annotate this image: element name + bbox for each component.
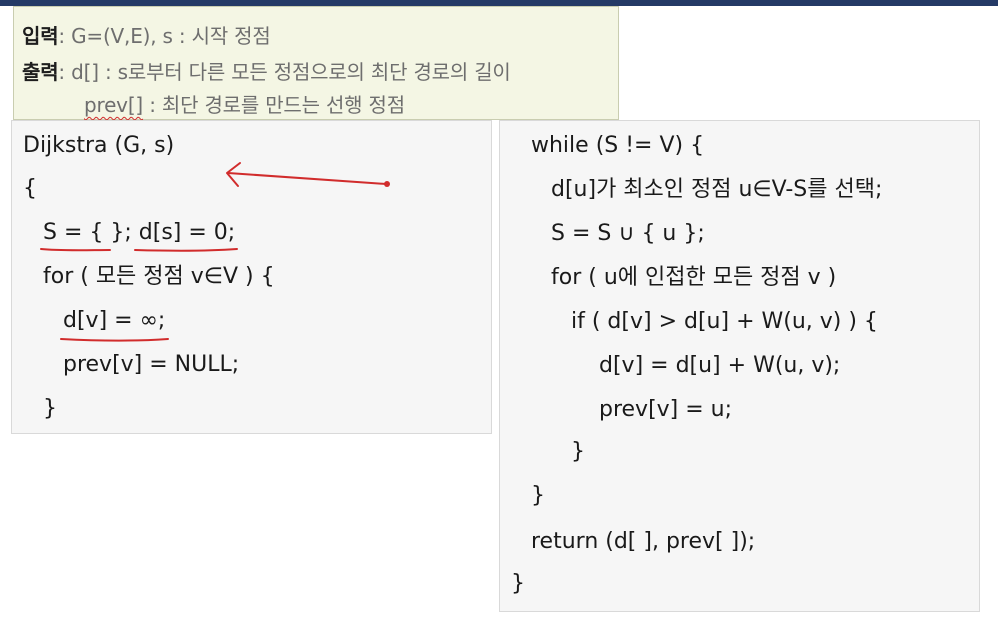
- code-line: for ( u에 인접한 모든 정점 v ): [551, 265, 837, 290]
- output-text: : d[] : s로부터 다른 모든 정점으로의 최단 경로의 길이: [58, 60, 511, 84]
- code-line: {: [23, 176, 37, 201]
- code-line: d[v] = ∞;: [63, 308, 166, 333]
- code-line: S = { }; d[s] = 0;: [43, 220, 236, 245]
- code-line: }: [511, 571, 525, 596]
- code-line: }: [531, 483, 545, 508]
- dijkstra-loop-code-box: while (S != V) { d[u]가 최소인 정점 u∈V-S를 선택;…: [499, 120, 980, 612]
- dijkstra-init-code-box: Dijkstra (G, s) { S = { }; d[s] = 0; for…: [11, 120, 492, 434]
- input-line: 입력: G=(V,E), s : 시작 정점: [22, 20, 271, 49]
- code-line: }: [571, 439, 585, 464]
- input-label: 입력: [22, 24, 59, 48]
- code-line: while (S != V) {: [531, 133, 705, 158]
- code-line: if ( d[v] > d[u] + W(u, v) ) {: [571, 309, 878, 334]
- prev-token: prev[]: [84, 93, 144, 117]
- code-line: Dijkstra (G, s): [23, 133, 175, 158]
- code-line: prev[v] = NULL;: [63, 352, 240, 377]
- code-line: return (d[ ], prev[ ]);: [531, 529, 756, 554]
- output-label: 출력: [22, 60, 59, 84]
- input-text: : G=(V,E), s : 시작 정점: [58, 24, 271, 48]
- code-line: }: [43, 396, 57, 421]
- code-line: prev[v] = u;: [599, 397, 733, 422]
- output-line: 출력: d[] : s로부터 다른 모든 정점으로의 최단 경로의 길이: [22, 56, 511, 85]
- code-line: S = S ∪ { u };: [551, 221, 705, 246]
- io-description-box: 입력: G=(V,E), s : 시작 정점 출력: d[] : s로부터 다른…: [13, 6, 619, 120]
- code-line: d[v] = d[u] + W(u, v);: [599, 353, 841, 378]
- code-line: d[u]가 최소인 정점 u∈V-S를 선택;: [551, 177, 883, 202]
- code-line: for ( 모든 정점 v∈V ) {: [43, 264, 275, 289]
- prev-text: : 최단 경로를 만드는 선행 정점: [143, 93, 405, 117]
- prev-line: prev[] : 최단 경로를 만드는 선행 정점: [84, 89, 405, 118]
